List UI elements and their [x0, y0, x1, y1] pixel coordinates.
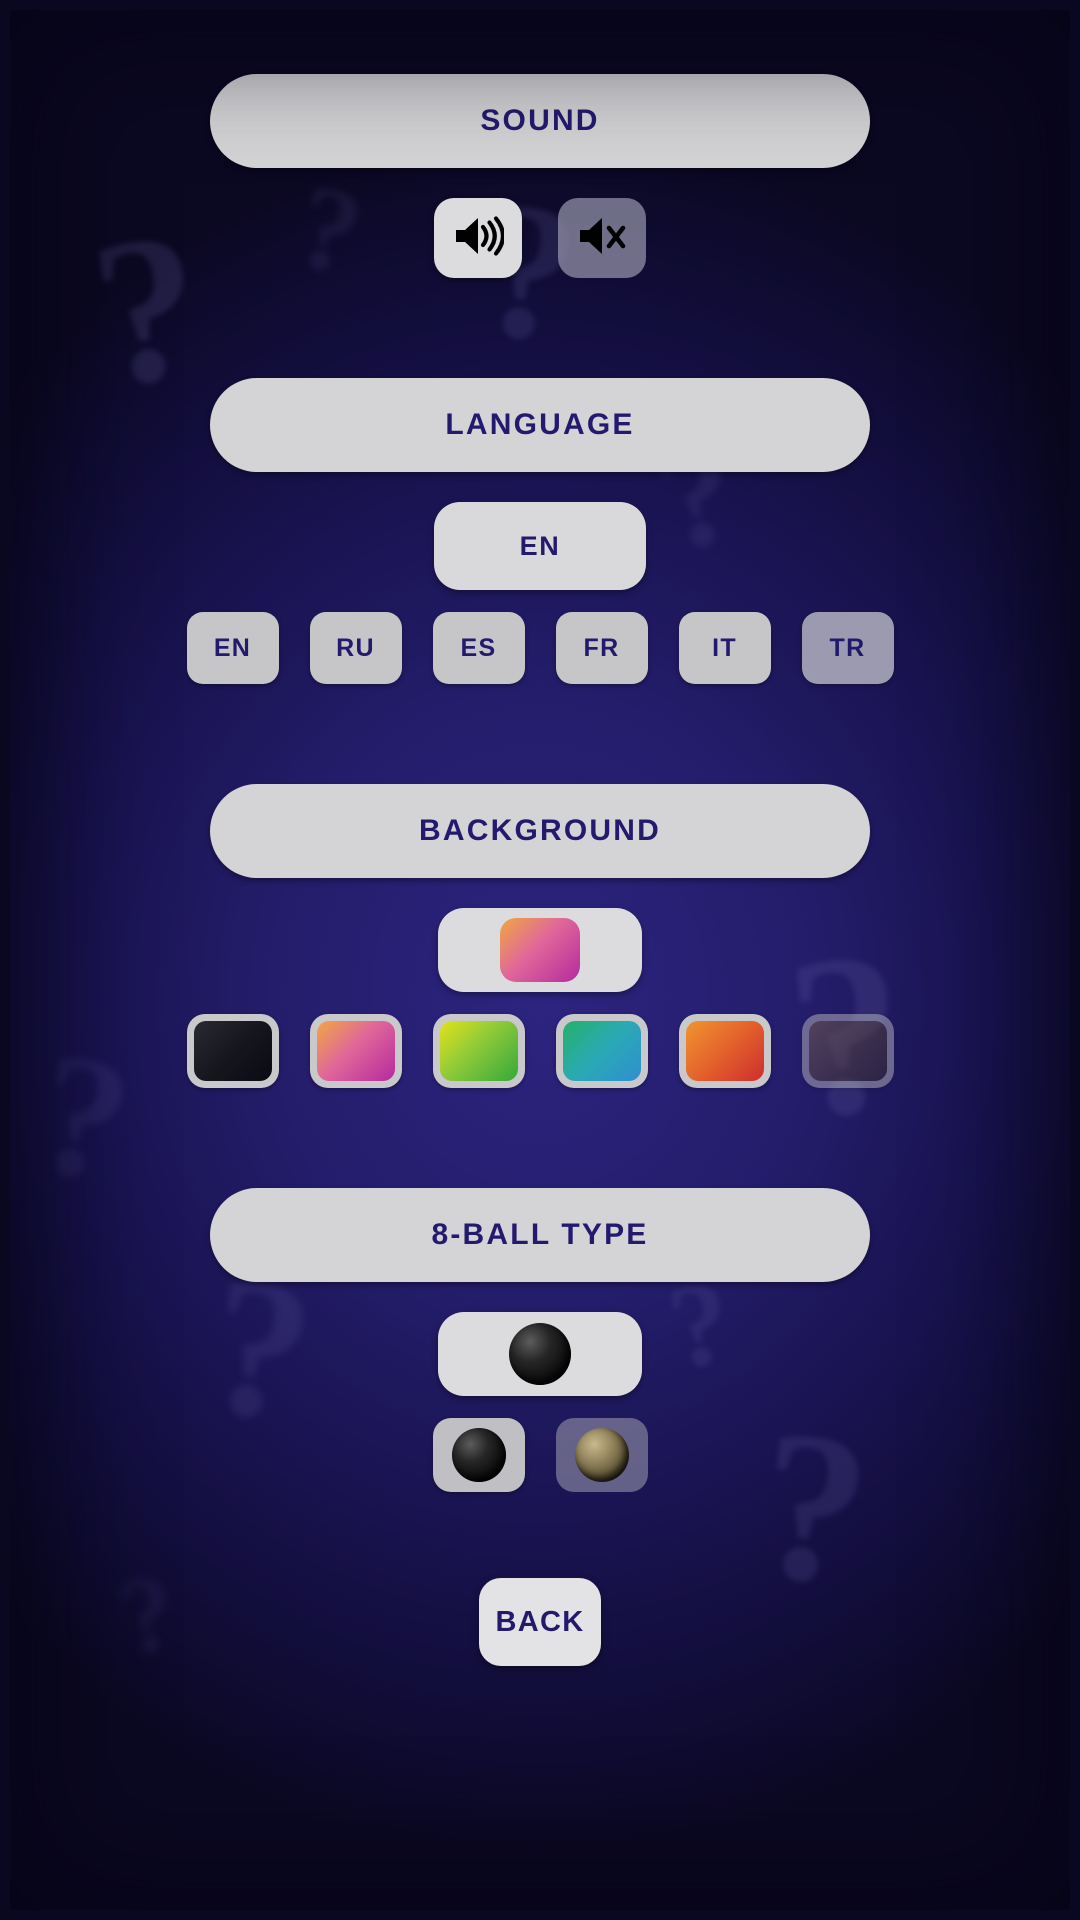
background-selected-preview: [500, 918, 580, 982]
speaker-mute-icon: [576, 214, 628, 263]
swatch-fill: [808, 1021, 887, 1081]
language-header: LANGUAGE: [210, 378, 870, 472]
language-chip-fr[interactable]: FR: [555, 612, 648, 684]
ball-options-row: [432, 1418, 648, 1492]
speaker-on-icon: [452, 214, 506, 263]
background-swatch-blue[interactable]: [555, 1014, 648, 1088]
sound-on-button[interactable]: [434, 198, 522, 278]
background-swatch-magenta[interactable]: [309, 1014, 402, 1088]
background-swatch-dark[interactable]: [186, 1014, 279, 1088]
black-ball-icon: [451, 1428, 506, 1482]
sound-off-button[interactable]: [558, 198, 646, 278]
back-button[interactable]: BACK: [479, 1578, 601, 1666]
swatch-fill: [439, 1021, 518, 1081]
ball-option-black-ball[interactable]: [432, 1418, 525, 1492]
swatch-fill: [562, 1021, 641, 1081]
sound-header: SOUND: [210, 74, 870, 168]
swatch-fill: [316, 1021, 395, 1081]
language-chip-it[interactable]: IT: [678, 612, 771, 684]
settings-screen: ?????????? SOUND: [0, 0, 1080, 1920]
tan-ball-icon: [574, 1428, 629, 1482]
language-selected-value[interactable]: EN: [434, 502, 646, 590]
eight-ball-icon: [509, 1323, 571, 1385]
language-chip-ru[interactable]: RU: [309, 612, 402, 684]
swatch-fill: [685, 1021, 764, 1081]
language-options-row: EN RU ES FR IT TR: [186, 612, 894, 684]
ball-selected-preview-pill[interactable]: [438, 1312, 642, 1396]
background-selected-swatch[interactable]: [438, 908, 642, 992]
background-header: BACKGROUND: [210, 784, 870, 878]
language-chip-tr[interactable]: TR: [801, 612, 894, 684]
background-swatch-red[interactable]: [678, 1014, 771, 1088]
background-swatch-green[interactable]: [432, 1014, 525, 1088]
ball-option-tan-ball[interactable]: [555, 1418, 648, 1492]
sound-options-row: [434, 198, 646, 278]
swatch-fill: [193, 1021, 272, 1081]
background-options-row: [186, 1014, 894, 1088]
background-swatch-brown[interactable]: [801, 1014, 894, 1088]
language-chip-es[interactable]: ES: [432, 612, 525, 684]
ball-type-header: 8-BALL TYPE: [210, 1188, 870, 1282]
language-chip-en[interactable]: EN: [186, 612, 279, 684]
